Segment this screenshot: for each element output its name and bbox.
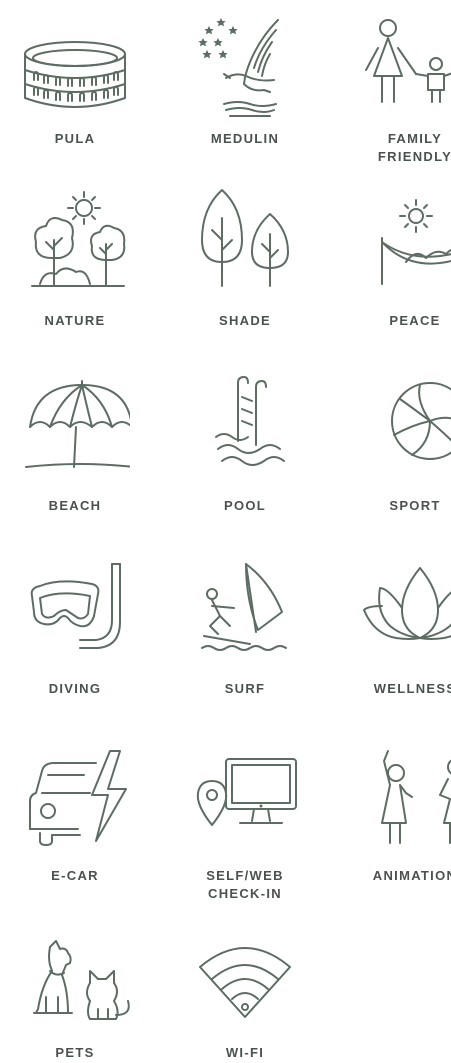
amenity-label: SURF: [224, 681, 266, 696]
volleyball-icon: [360, 375, 451, 485]
windsurf-icon: [190, 560, 300, 670]
amenity-label: NATURE: [44, 313, 106, 328]
colosseum-icon: [20, 18, 130, 128]
electric-car-icon: [20, 745, 130, 855]
amenity-label: WELLNESS: [373, 681, 451, 696]
amenity-family-friendly: FAMILY FRIENDLY: [340, 18, 451, 164]
amenity-diving: DIVING: [0, 560, 150, 700]
dancing-kids-icon: [360, 745, 451, 855]
amenity-pool: POOL: [170, 375, 320, 515]
hammock-icon: [360, 188, 451, 298]
amenity-label: E-CAR: [51, 868, 99, 883]
amenity-label: BEACH: [48, 498, 102, 513]
eagle-stars-icon: [190, 18, 300, 128]
amenity-label: ANIMATION: [372, 868, 451, 883]
amenities-grid: PULA MEDULIN FAMILY FRIENDLY NATURE SHAD…: [0, 0, 451, 1063]
amenity-label: DIVING: [48, 681, 102, 696]
amenity-beach: BEACH: [0, 375, 150, 515]
snorkel-mask-icon: [20, 560, 130, 670]
amenity-label: PULA: [54, 131, 96, 146]
amenity-label-line1: SELF/WEB: [206, 868, 284, 883]
amenity-label: SHADE: [218, 313, 271, 328]
amenity-pets: PETS: [0, 935, 150, 1063]
pets-icon: [20, 935, 130, 1045]
amenity-label: SPORT: [389, 498, 441, 513]
pool-ladder-icon: [190, 375, 300, 485]
amenity-shade: SHADE: [170, 188, 320, 328]
amenity-label: PETS: [55, 1045, 95, 1060]
amenity-peace: PEACE: [340, 188, 451, 328]
parasol-icon: [20, 375, 130, 485]
amenity-pula: PULA: [0, 18, 150, 158]
amenity-label: MEDULIN: [210, 131, 280, 146]
amenity-label: POOL: [223, 498, 267, 513]
amenity-e-car: E-CAR: [0, 745, 150, 895]
amenity-self-web-check-in: SELF/WEB CHECK-IN: [170, 745, 320, 901]
amenity-label: PEACE: [389, 313, 441, 328]
amenity-animation: ANIMATION: [340, 745, 451, 895]
two-trees-icon: [190, 188, 300, 298]
amenity-label-line1: FAMILY: [387, 131, 443, 146]
amenity-label: WI-FI: [225, 1045, 265, 1060]
amenity-wellness: WELLNESS: [340, 560, 451, 700]
family-icon: [360, 18, 451, 128]
amenity-sport: SPORT: [340, 375, 451, 515]
amenity-surf: SURF: [170, 560, 320, 700]
amenity-nature: NATURE: [0, 188, 150, 328]
web-checkin-icon: [190, 745, 300, 855]
amenity-medulin: MEDULIN: [170, 18, 320, 158]
amenity-wi-fi: WI-FI: [170, 935, 320, 1063]
wifi-icon: [190, 935, 300, 1045]
trees-sun-icon: [20, 188, 130, 298]
lotus-icon: [360, 560, 451, 670]
amenity-label-line2: CHECK-IN: [208, 886, 282, 901]
amenity-label-line2: FRIENDLY: [377, 149, 451, 164]
